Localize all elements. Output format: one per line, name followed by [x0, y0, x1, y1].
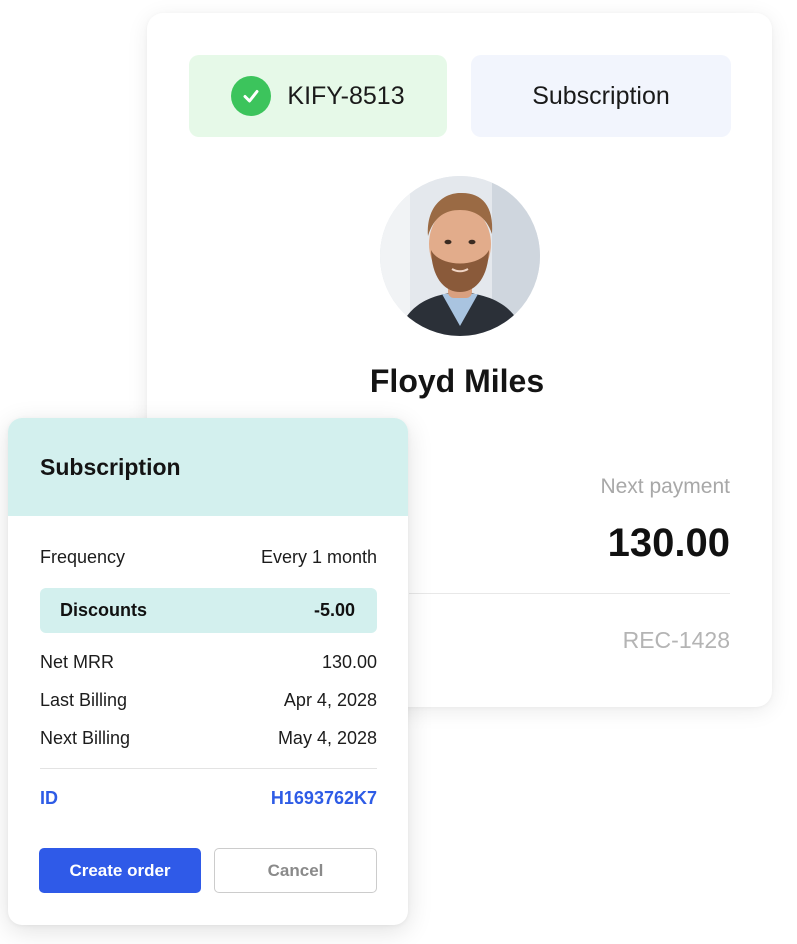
- frequency-row: Frequency Every 1 month: [40, 547, 377, 568]
- create-order-button[interactable]: Create order: [39, 848, 201, 893]
- last-billing-label: Last Billing: [40, 690, 128, 710]
- check-icon: [231, 76, 272, 116]
- last-billing-value: Apr 4, 2028: [283, 690, 377, 710]
- avatar-photo: [380, 176, 540, 336]
- subscription-card-title: Subscription: [8, 418, 408, 516]
- discounts-label: Discounts: [60, 600, 148, 620]
- last-billing-row: Last Billing Apr 4, 2028: [40, 690, 377, 711]
- next-payment-label: Next payment: [600, 475, 730, 498]
- avatar: [380, 176, 540, 336]
- customer-name: Floyd Miles: [369, 363, 545, 399]
- status-code: KIFY-8513: [287, 81, 405, 110]
- divider: [409, 593, 730, 594]
- reference-id: REC-1428: [622, 627, 730, 653]
- frequency-label: Frequency: [40, 547, 126, 567]
- net-mrr-row: Net MRR 130.00: [40, 652, 377, 673]
- type-badge[interactable]: Subscription: [471, 55, 731, 137]
- frequency-value: Every 1 month: [260, 547, 377, 567]
- next-billing-value: May 4, 2028: [277, 728, 377, 748]
- discounts-value: -5.00: [313, 600, 355, 620]
- next-payment-amount: 130.00: [607, 521, 730, 565]
- status-badge[interactable]: KIFY-8513: [189, 55, 447, 137]
- stage: KIFY-8513 Subscription Floyd Miles Next …: [0, 0, 797, 944]
- next-billing-row: Next Billing May 4, 2028: [40, 728, 377, 749]
- id-value[interactable]: H1693762K7: [271, 788, 377, 809]
- next-billing-label: Next Billing: [40, 728, 131, 748]
- id-label: ID: [40, 788, 58, 808]
- net-mrr-label: Net MRR: [40, 652, 115, 672]
- type-label: Subscription: [532, 81, 670, 110]
- divider: [40, 768, 377, 769]
- discounts-row: Discounts -5.00: [40, 588, 377, 633]
- cancel-button[interactable]: Cancel: [214, 848, 377, 893]
- id-row: ID H1693762K7: [40, 788, 377, 809]
- net-mrr-value: 130.00: [321, 652, 377, 672]
- subscription-card: Subscription Frequency Every 1 month Dis…: [8, 418, 408, 925]
